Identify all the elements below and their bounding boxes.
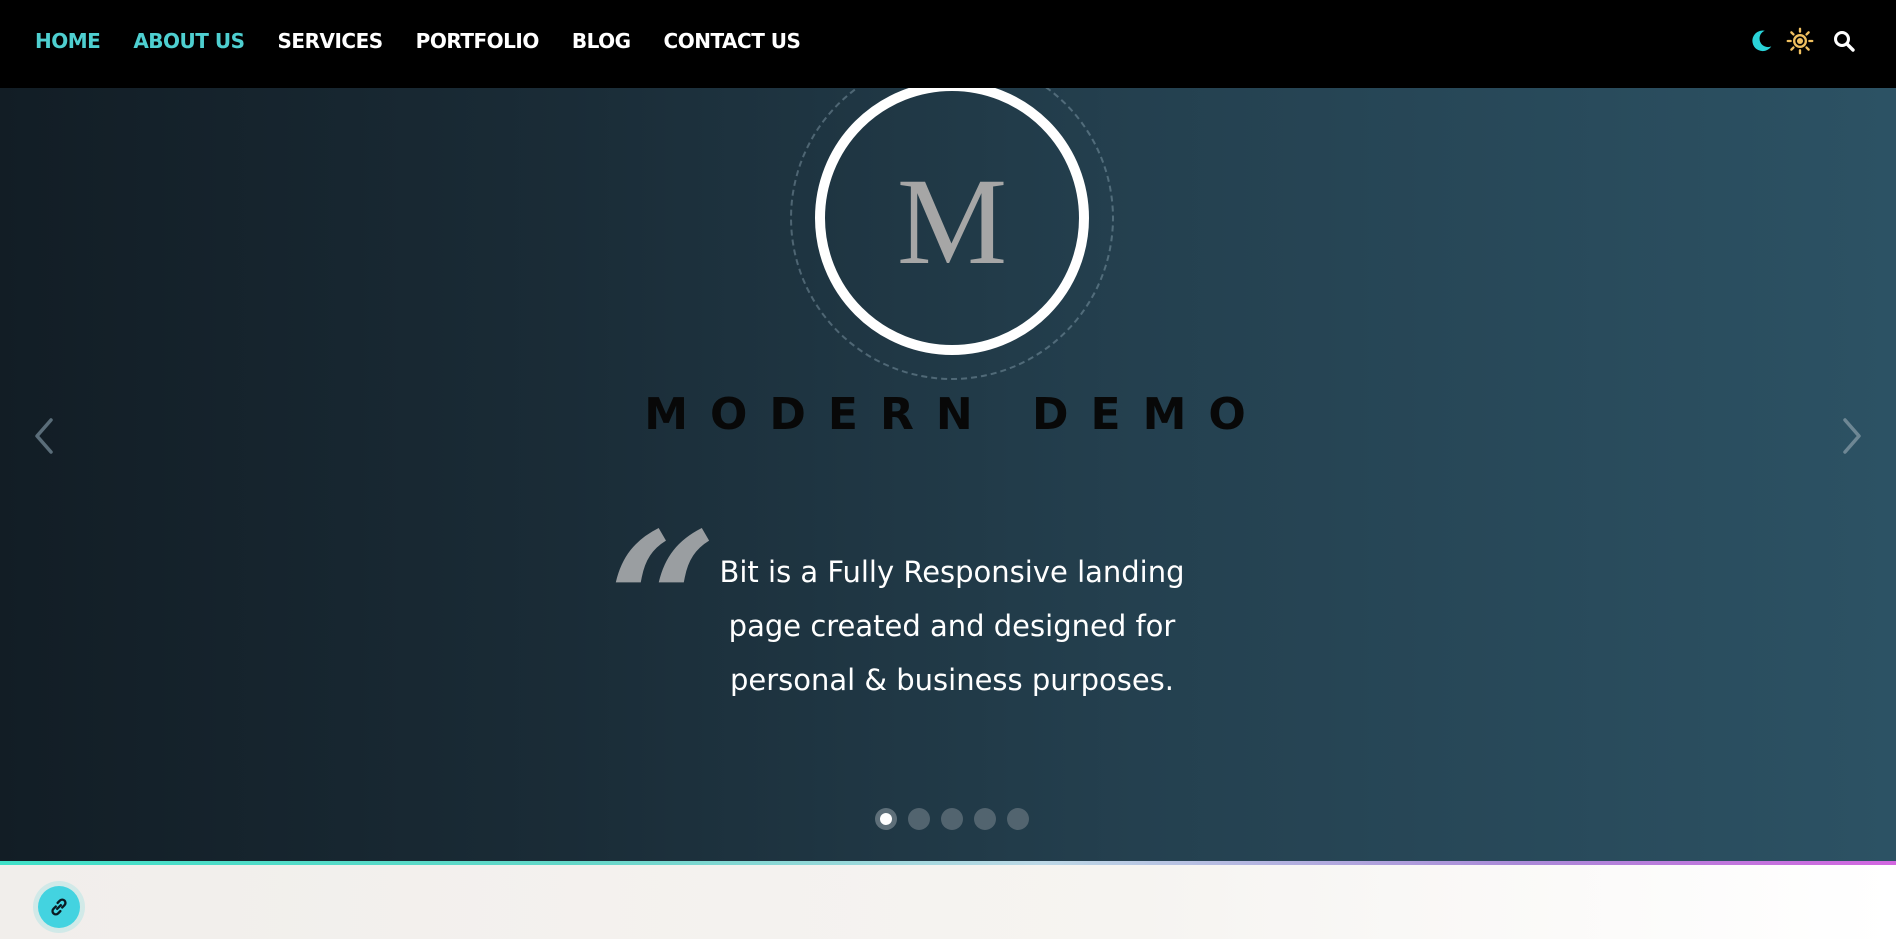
- slider-dot-3[interactable]: [941, 808, 963, 830]
- nav-link-blog[interactable]: BLOG: [572, 29, 631, 53]
- link-icon: [51, 898, 67, 916]
- quote-mark-icon: “: [608, 508, 717, 698]
- top-navbar: HOME ABOUT US SERVICES PORTFOLIO BLOG CO…: [0, 0, 1896, 88]
- nav-link-home[interactable]: HOME: [35, 29, 101, 53]
- search-icon[interactable]: [1832, 29, 1856, 53]
- moon-icon[interactable]: [1748, 28, 1774, 54]
- brand-logo: M: [790, 88, 1114, 380]
- hero-slider: M: [0, 88, 1896, 861]
- slider-pagination: [0, 808, 1896, 830]
- hero-title: MODERN DEMO: [644, 389, 1268, 441]
- floating-link-button[interactable]: [38, 886, 80, 928]
- nav-links: HOME ABOUT US SERVICES PORTFOLIO BLOG CO…: [35, 0, 801, 82]
- logo-letter: M: [896, 153, 1008, 290]
- next-section: [0, 865, 1896, 939]
- slider-dot-1[interactable]: [875, 808, 897, 830]
- slider-dot-5[interactable]: [1007, 808, 1029, 830]
- hero-description: Bit is a Fully Responsive landing page c…: [719, 555, 1185, 697]
- logo-ring: M: [815, 88, 1089, 355]
- slider-dot-2[interactable]: [908, 808, 930, 830]
- nav-link-contact-us[interactable]: CONTACT US: [664, 29, 801, 53]
- nav-link-about-us[interactable]: ABOUT US: [133, 29, 245, 53]
- slider-dot-4[interactable]: [974, 808, 996, 830]
- nav-link-portfolio[interactable]: PORTFOLIO: [416, 29, 540, 53]
- nav-icons: [1748, 0, 1856, 82]
- nav-link-services[interactable]: SERVICES: [278, 29, 384, 53]
- sun-icon[interactable]: [1786, 27, 1814, 55]
